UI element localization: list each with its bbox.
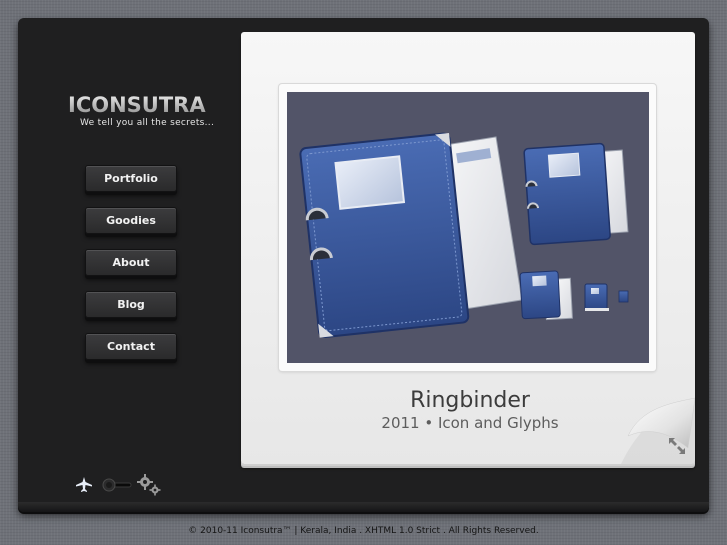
- site-logo[interactable]: ICONSUTRA: [68, 93, 206, 117]
- nav-portfolio-button[interactable]: Portfolio: [85, 165, 177, 192]
- footer-text: © 2010-11 Iconsutra™ | Kerala, India . X…: [188, 526, 539, 536]
- toggle-switch[interactable]: [101, 478, 133, 492]
- nav-contact-button[interactable]: Contact: [85, 333, 177, 360]
- showcase-subtitle: 2011 • Icon and Glyphs: [381, 414, 559, 432]
- nav-about-button[interactable]: About: [85, 249, 177, 276]
- nav-goodies-button[interactable]: Goodies: [85, 207, 177, 234]
- ringbinder-icon: [299, 132, 629, 339]
- expand-icon[interactable]: [667, 436, 687, 456]
- gears-icon[interactable]: [136, 474, 162, 496]
- site-tagline: We tell you all the secrets...: [80, 118, 215, 128]
- nav-blog-button[interactable]: Blog: [85, 291, 177, 318]
- showcase-image[interactable]: [287, 92, 649, 363]
- showcase-title: Ringbinder: [410, 388, 530, 413]
- airplane-icon[interactable]: [75, 477, 93, 493]
- frame-bottom-edge: [18, 502, 709, 512]
